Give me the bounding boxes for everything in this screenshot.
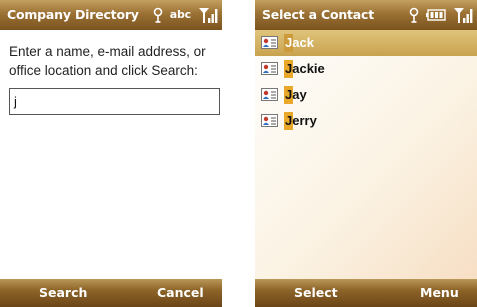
softkey-bar: Search Cancel [0,279,222,307]
softkey-bar: Select Menu [255,279,477,307]
contact-list: Jack Jackie Jay Jerry [255,30,477,134]
signal-strength-icon [454,8,473,23]
contact-card-icon [261,62,278,75]
signal-strength-icon [199,8,218,23]
battery-icon [426,9,446,21]
input-mode-indicator: abc [169,8,191,21]
contact-card-icon [261,88,278,101]
contact-card-icon [261,36,278,49]
contact-row[interactable]: Jackie [255,56,477,82]
status-icons: abc [153,0,218,30]
select-contact-screen: Select a Contact Jack Jackie Jay Jerry S… [255,0,477,307]
contact-name: Jackie [285,61,325,76]
contact-name: Jerry [285,113,317,128]
status-icons [409,0,473,30]
antenna-icon [153,7,163,23]
search-softkey[interactable]: Search [39,279,87,307]
contact-card-icon [261,114,278,127]
contact-name: Jack [285,35,314,50]
title-bar: Select a Contact [255,0,477,30]
company-directory-screen: Company Directory abc Enter a name, e-ma… [0,0,222,307]
contact-name: Jay [285,87,307,102]
search-input[interactable]: j [9,88,220,115]
cancel-softkey[interactable]: Cancel [157,279,204,307]
contact-row[interactable]: Jack [255,30,477,56]
screen-title: Company Directory [7,7,139,22]
menu-softkey[interactable]: Menu [420,279,459,307]
select-softkey[interactable]: Select [294,279,338,307]
contact-row[interactable]: Jay [255,82,477,108]
title-bar: Company Directory abc [0,0,222,30]
antenna-icon [409,7,419,23]
screen-title: Select a Contact [262,7,375,22]
search-instructions: Enter a name, e-mail address, or office … [9,44,206,78]
contact-row[interactable]: Jerry [255,108,477,134]
